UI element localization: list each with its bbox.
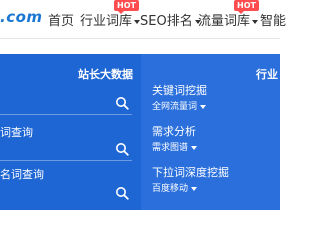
tool-option-label: 需求图谱 bbox=[152, 143, 189, 153]
divider bbox=[0, 160, 132, 161]
nav-item-label: 流量词库 bbox=[198, 14, 251, 29]
nav-item-label: 智能 bbox=[260, 14, 287, 29]
nav-item-traffic-keywords[interactable]: 流量词库 bbox=[198, 10, 259, 29]
tool-dropdown-keyword-mining-option[interactable]: 百度移动 bbox=[152, 181, 198, 194]
left-item-1[interactable]: 词查询 bbox=[0, 124, 33, 140]
right-column-title: 行业 bbox=[256, 68, 278, 81]
tool-dropdown-keyword-mining[interactable]: 下拉词深度挖掘 bbox=[152, 164, 229, 180]
site-logo[interactable]: .com bbox=[0, 8, 43, 26]
tool-option-label: 百度移动 bbox=[152, 184, 189, 194]
nav-item-home[interactable]: 首页 bbox=[48, 10, 74, 29]
search-icon[interactable] bbox=[115, 186, 129, 200]
caret-down-icon bbox=[200, 104, 207, 109]
nav-item-label: 首页 bbox=[48, 14, 75, 29]
nav-item-industry-keywords[interactable]: 行业词库 bbox=[80, 10, 141, 29]
left-column-title: 站长大数据 bbox=[78, 68, 133, 81]
caret-down-icon bbox=[191, 145, 198, 150]
nav-item-label: SEO排名 bbox=[140, 14, 193, 29]
divider bbox=[0, 114, 132, 115]
tool-option-label: 全网流量词 bbox=[152, 102, 198, 112]
caret-down-icon bbox=[191, 186, 198, 191]
caret-down-icon bbox=[252, 19, 259, 24]
hot-badge: HOT bbox=[234, 0, 259, 14]
hot-badge: HOT bbox=[114, 0, 139, 14]
search-icon[interactable] bbox=[115, 96, 129, 110]
nav-item-seo-ranking[interactable]: SEO排名 bbox=[140, 10, 201, 29]
tool-demand-analysis[interactable]: 需求分析 bbox=[152, 123, 196, 139]
search-icon[interactable] bbox=[115, 142, 129, 156]
tool-keyword-mining[interactable]: 关键词挖掘 bbox=[152, 82, 207, 98]
tool-keyword-mining-option[interactable]: 全网流量词 bbox=[152, 99, 207, 112]
top-nav-bar: .com 首页 行业词库 HOT SEO排名 流量词库 HOT 智能 bbox=[0, 0, 286, 39]
left-item-2[interactable]: 名词查询 bbox=[0, 166, 44, 182]
nav-item-smart[interactable]: 智能 bbox=[260, 10, 286, 29]
tool-demand-analysis-option[interactable]: 需求图谱 bbox=[152, 140, 198, 153]
nav-item-label: 行业词库 bbox=[80, 14, 133, 29]
